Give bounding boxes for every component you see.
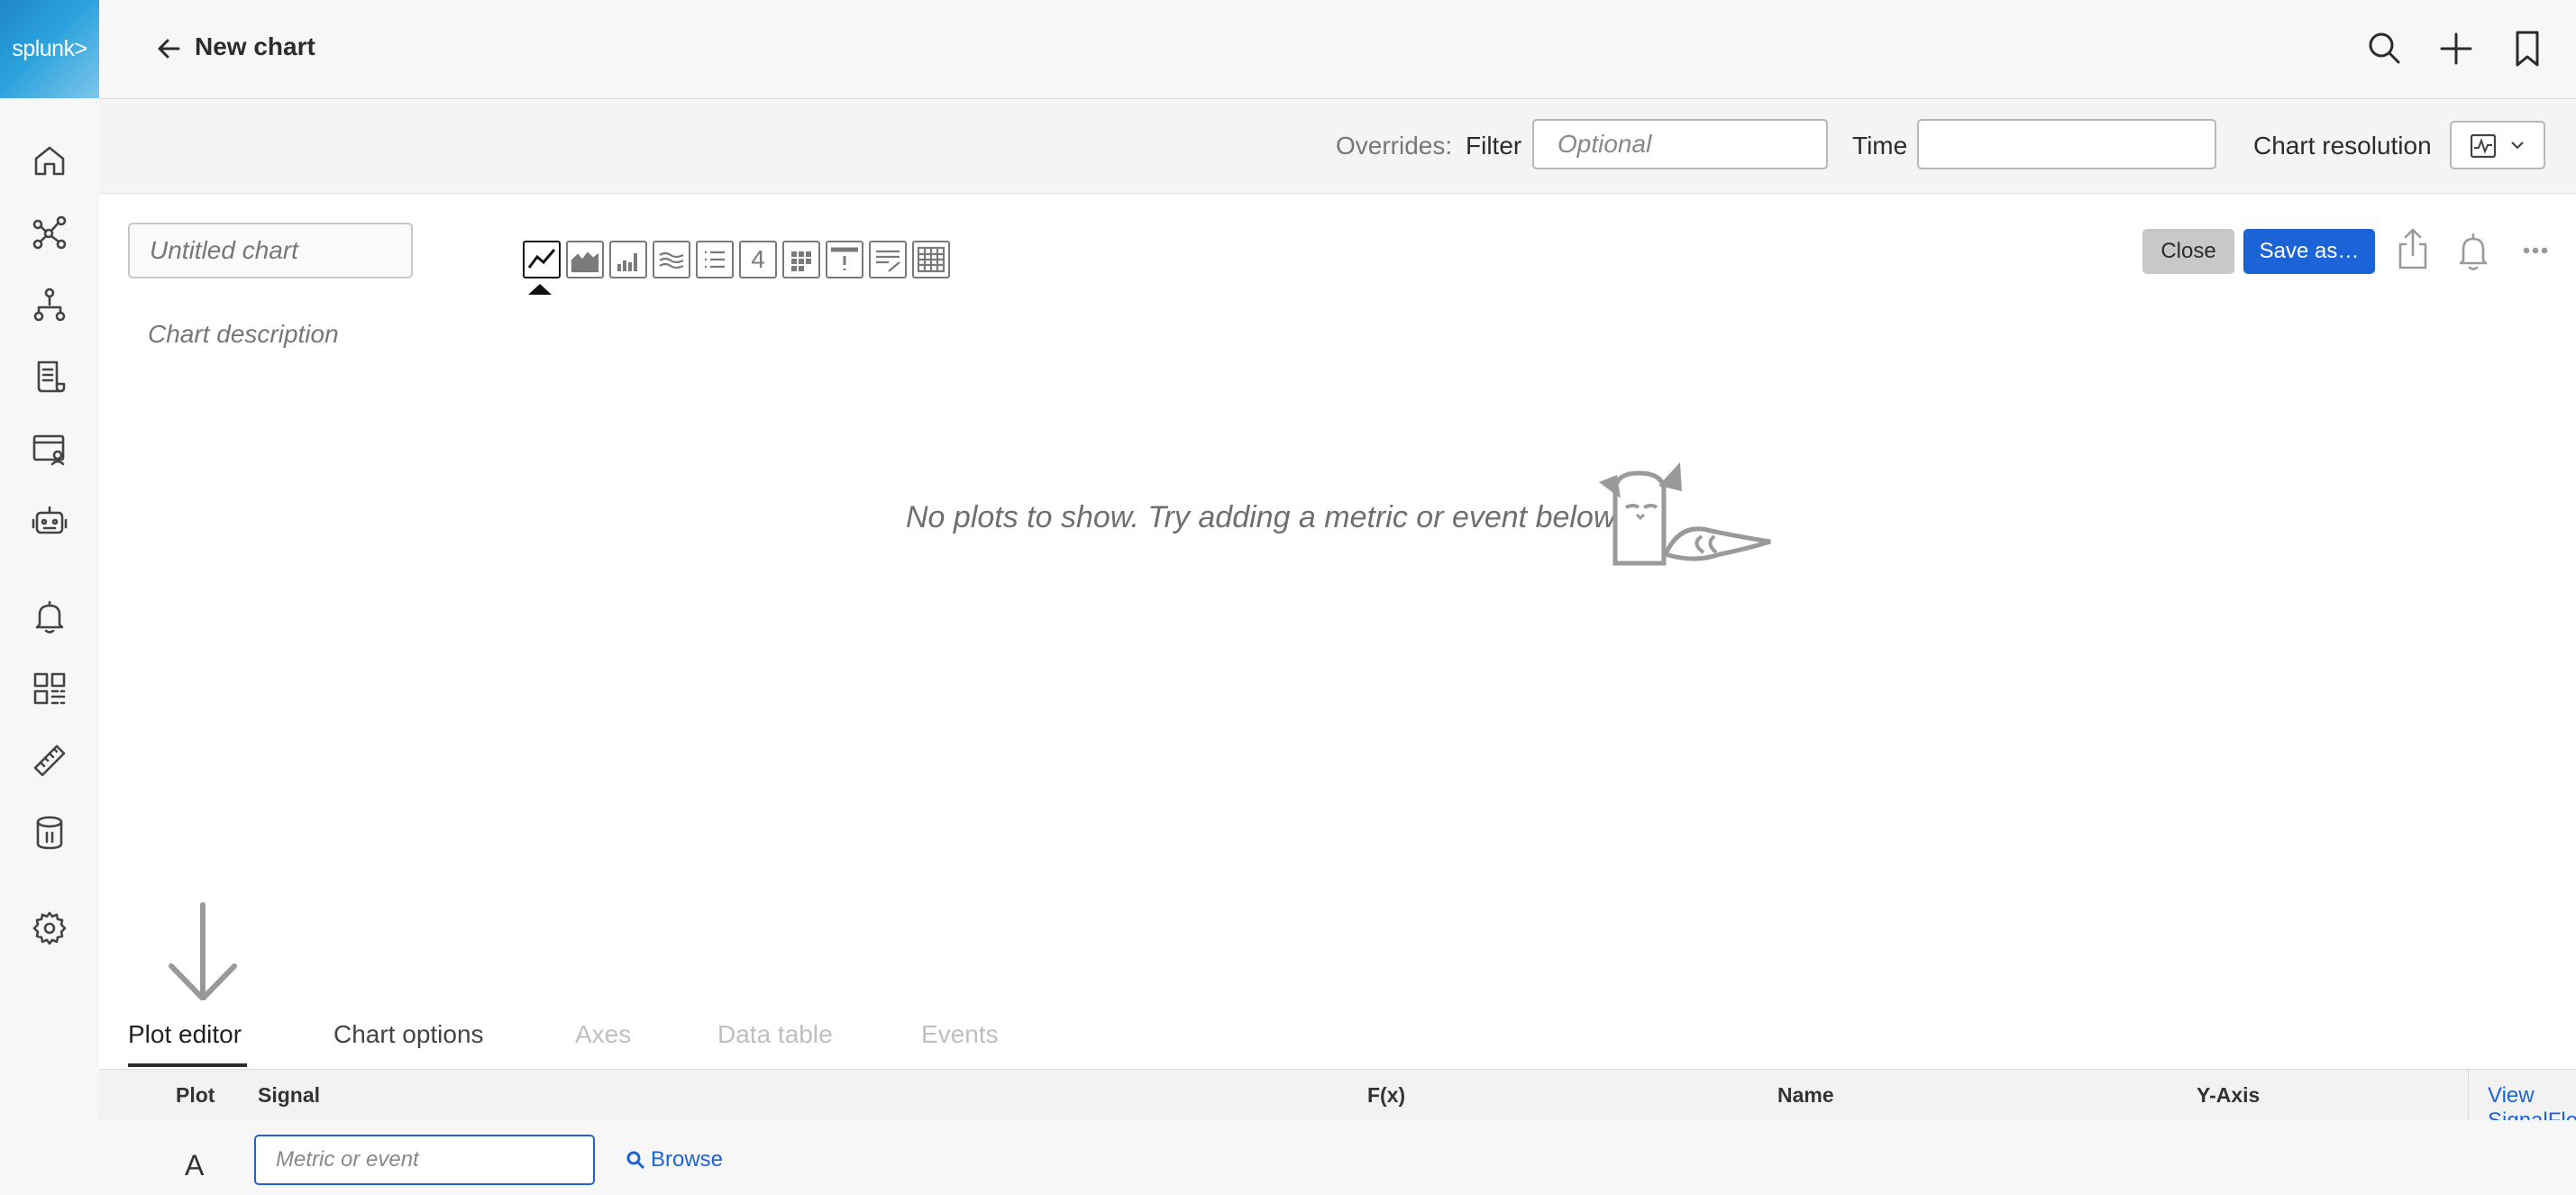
column-header-yaxis: Y-Axis [2197, 1083, 2261, 1107]
splunk-logo[interactable]: splunk> [0, 0, 99, 98]
top-bar: New chart [99, 0, 2576, 99]
histogram-icon [659, 251, 684, 269]
filter-label: Filter [1466, 132, 1522, 160]
infrastructure-icon[interactable] [24, 207, 75, 258]
mascot-illustration [1599, 462, 1771, 566]
apm-hierarchy-icon[interactable] [24, 279, 75, 330]
overrides-label: Overrides: [1336, 132, 1453, 160]
chart-type-event-feed[interactable] [826, 241, 863, 278]
down-arrow-hint-icon [169, 902, 237, 1001]
table-chart-icon [917, 246, 945, 273]
tab-plot-editor[interactable]: Plot editor [128, 1020, 242, 1049]
time-input[interactable] [1917, 119, 2216, 169]
rum-icon[interactable] [24, 424, 75, 474]
dashboards-icon[interactable] [24, 663, 75, 714]
tab-data-table: Data table [717, 1020, 833, 1048]
column-header-plot: Plot [176, 1083, 215, 1107]
save-as-button[interactable]: Save as… [2243, 229, 2375, 274]
line-chart-icon [527, 249, 556, 269]
search-icon[interactable] [2361, 25, 2408, 72]
text-note-icon [876, 250, 900, 272]
bookmark-icon[interactable] [2504, 25, 2551, 72]
column-divider [2468, 1070, 2469, 1120]
chart-type-single-value[interactable]: 4 [739, 241, 777, 278]
chart-resolution-dropdown[interactable] [2450, 121, 2545, 169]
event-feed-icon [831, 247, 858, 270]
heatmap-icon [791, 251, 811, 271]
chart-area: Chart description 4 Close Save as… No pl… [99, 194, 2576, 1068]
chart-type-text[interactable] [869, 241, 907, 278]
metric-or-event-input[interactable] [254, 1135, 595, 1185]
share-export-icon[interactable] [2390, 224, 2435, 277]
column-chart-icon [617, 253, 637, 271]
more-options-icon[interactable] [2513, 224, 2558, 277]
browse-link[interactable]: Browse [626, 1147, 723, 1172]
alert-bell-icon[interactable] [2451, 224, 2496, 277]
page-title: New chart [195, 32, 315, 60]
tab-chart-options[interactable]: Chart options [333, 1020, 484, 1049]
home-icon[interactable] [24, 135, 75, 186]
overrides-bar: Overrides: Filter Time Chart resolution [99, 99, 2576, 194]
data-cylinder-icon[interactable] [24, 807, 75, 858]
chart-description[interactable]: Chart description [148, 320, 339, 349]
tab-events: Events [921, 1020, 999, 1048]
chart-type-column[interactable] [609, 241, 647, 278]
area-chart-icon [571, 251, 599, 273]
chart-type-area[interactable] [566, 241, 604, 278]
logo-text: splunk> [12, 36, 87, 61]
plot-letter: A [185, 1149, 205, 1181]
close-button[interactable]: Close [2142, 229, 2234, 274]
browse-label: Browse [651, 1147, 724, 1172]
chart-resolution-label: Chart resolution [2253, 132, 2432, 160]
single-value-glyph: 4 [751, 245, 765, 273]
filter-input[interactable] [1532, 119, 1828, 169]
empty-state-message: No plots to show. Try adding a metric or… [906, 500, 1622, 534]
column-header-signal: Signal [258, 1083, 321, 1107]
editor-tabs: Plot editor Chart options Axes Data tabl… [99, 1000, 2576, 1069]
active-tab-indicator [128, 1063, 247, 1067]
chart-title-input[interactable] [128, 223, 413, 278]
column-header-name: Name [1777, 1083, 1834, 1107]
add-plus-icon[interactable] [2433, 25, 2480, 72]
table-row: A Browse [99, 1120, 2576, 1195]
selected-type-caret [528, 284, 552, 295]
synthetics-robot-icon[interactable] [24, 496, 75, 546]
chevron-down-icon [2511, 141, 2524, 150]
alerts-bell-icon[interactable] [24, 591, 75, 642]
search-icon [626, 1151, 645, 1170]
tab-axes: Axes [575, 1020, 632, 1048]
chart-type-table[interactable] [912, 241, 950, 278]
back-arrow-icon[interactable] [150, 29, 189, 68]
chart-type-line[interactable] [523, 241, 561, 278]
ruler-icon[interactable] [24, 735, 75, 786]
chart-type-histogram[interactable] [653, 241, 690, 278]
settings-gear-icon[interactable] [24, 903, 75, 953]
plot-table-header: Plot Signal F(x) Name Y-Axis View Signal… [99, 1069, 2576, 1133]
list-chart-icon [705, 251, 725, 269]
time-label: Time [1852, 132, 1908, 160]
chart-type-list[interactable] [696, 241, 734, 278]
resolution-chart-icon [2470, 133, 2497, 159]
logs-icon[interactable] [24, 351, 75, 402]
chart-type-heatmap[interactable] [782, 241, 820, 278]
left-nav: splunk> [0, 0, 100, 1195]
column-header-fx: F(x) [1367, 1083, 1406, 1107]
